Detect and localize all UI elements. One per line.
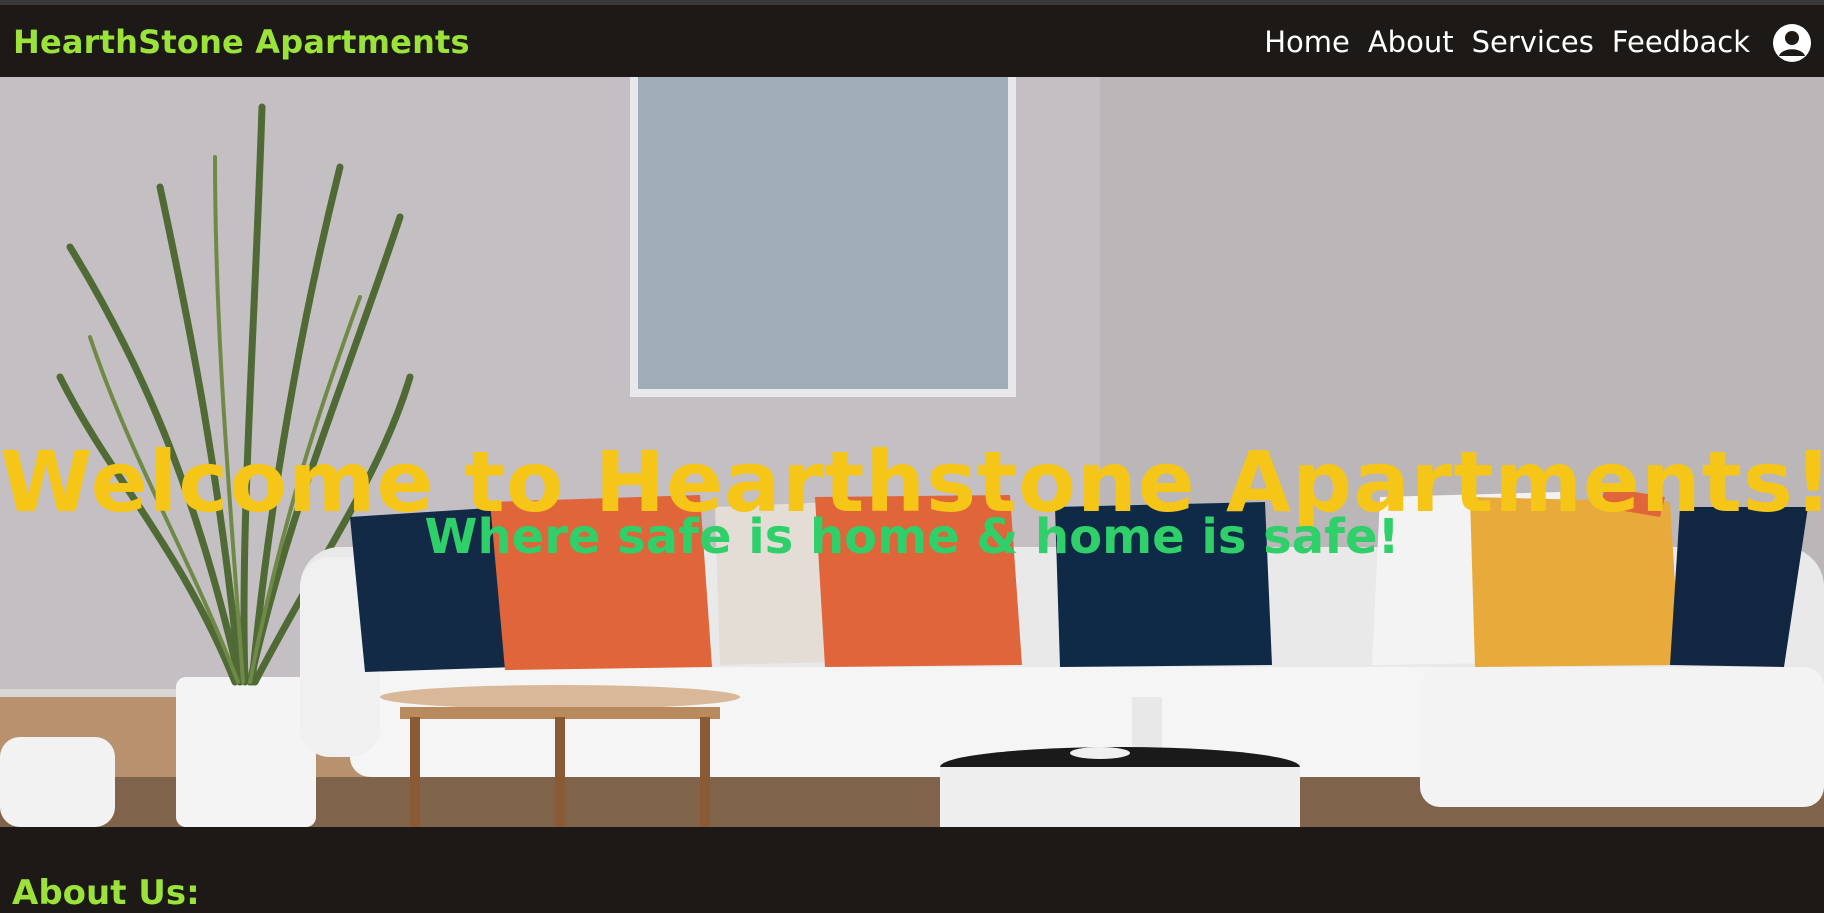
nav-about[interactable]: About [1368, 25, 1454, 59]
hero-section: Welcome to Hearthstone Apartments! Where… [0, 77, 1824, 827]
brand-logo-link[interactable]: HearthStone Apartments [13, 23, 470, 61]
nav-services[interactable]: Services [1472, 25, 1594, 59]
hero-subtitle: Where safe is home & home is safe! [424, 508, 1400, 565]
about-section: About Us: [0, 827, 1824, 913]
nav-links: Home About Services Feedback [1264, 25, 1750, 59]
about-heading: About Us: [12, 873, 200, 913]
user-circle-icon[interactable] [1772, 23, 1812, 63]
nav-home[interactable]: Home [1264, 25, 1350, 59]
nav-feedback[interactable]: Feedback [1612, 25, 1750, 59]
navbar: HearthStone Apartments Home About Servic… [0, 5, 1824, 77]
